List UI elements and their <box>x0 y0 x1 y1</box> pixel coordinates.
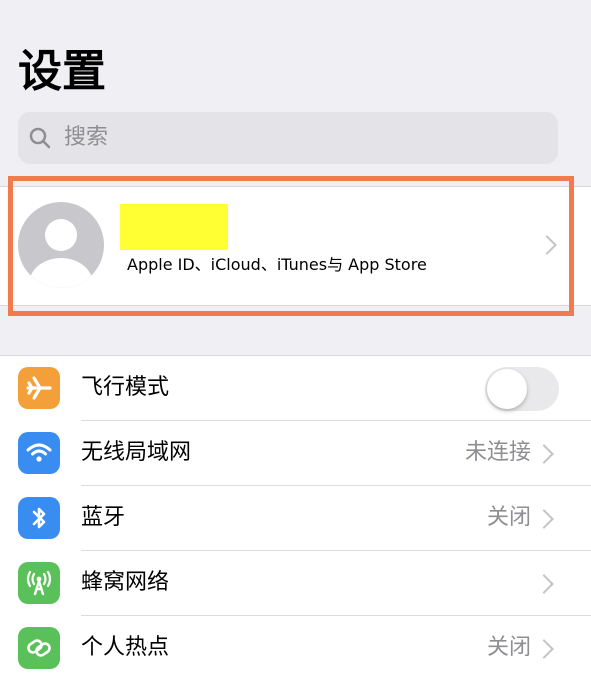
search-icon <box>28 126 52 150</box>
cellular-row[interactable]: 蜂窝网络 <box>0 551 591 616</box>
avatar <box>18 202 104 288</box>
wifi-label: 无线局域网 <box>81 440 192 465</box>
chevron-right-icon <box>534 444 554 464</box>
airplane-mode-label: 飞行模式 <box>81 375 170 400</box>
settings-list: 飞行模式 无线局域网 未连接 蓝牙 关闭 蜂窝网络 个人热点 关闭 <box>0 355 591 681</box>
redacted-account-name <box>120 204 228 250</box>
wifi-icon <box>18 432 60 474</box>
chevron-right-icon <box>534 509 554 529</box>
bluetooth-label: 蓝牙 <box>81 505 126 530</box>
hotspot-label: 个人热点 <box>81 635 170 660</box>
wifi-status: 未连接 <box>464 440 531 465</box>
chevron-right-icon <box>534 639 554 659</box>
account-subtitle: Apple ID、iCloud、iTunes与 App Store <box>127 255 427 274</box>
cellular-label: 蜂窝网络 <box>81 570 170 595</box>
airplane-icon <box>18 367 60 409</box>
hotspot-row[interactable]: 个人热点 关闭 <box>0 616 591 681</box>
airplane-mode-row[interactable]: 飞行模式 <box>0 356 591 421</box>
bluetooth-status: 关闭 <box>486 505 531 530</box>
wifi-row[interactable]: 无线局域网 未连接 <box>0 421 591 486</box>
toggle-knob <box>487 369 527 409</box>
chevron-right-icon <box>534 574 554 594</box>
page-title: 设置 <box>18 46 106 97</box>
bluetooth-icon <box>18 497 60 539</box>
cellular-icon <box>18 562 60 604</box>
search-bar[interactable]: 搜索 <box>18 112 558 164</box>
search-placeholder: 搜索 <box>64 125 109 150</box>
hotspot-icon <box>18 627 60 669</box>
airplane-mode-toggle[interactable] <box>485 367 559 411</box>
bluetooth-row[interactable]: 蓝牙 关闭 <box>0 486 591 551</box>
hotspot-status: 关闭 <box>486 635 531 660</box>
